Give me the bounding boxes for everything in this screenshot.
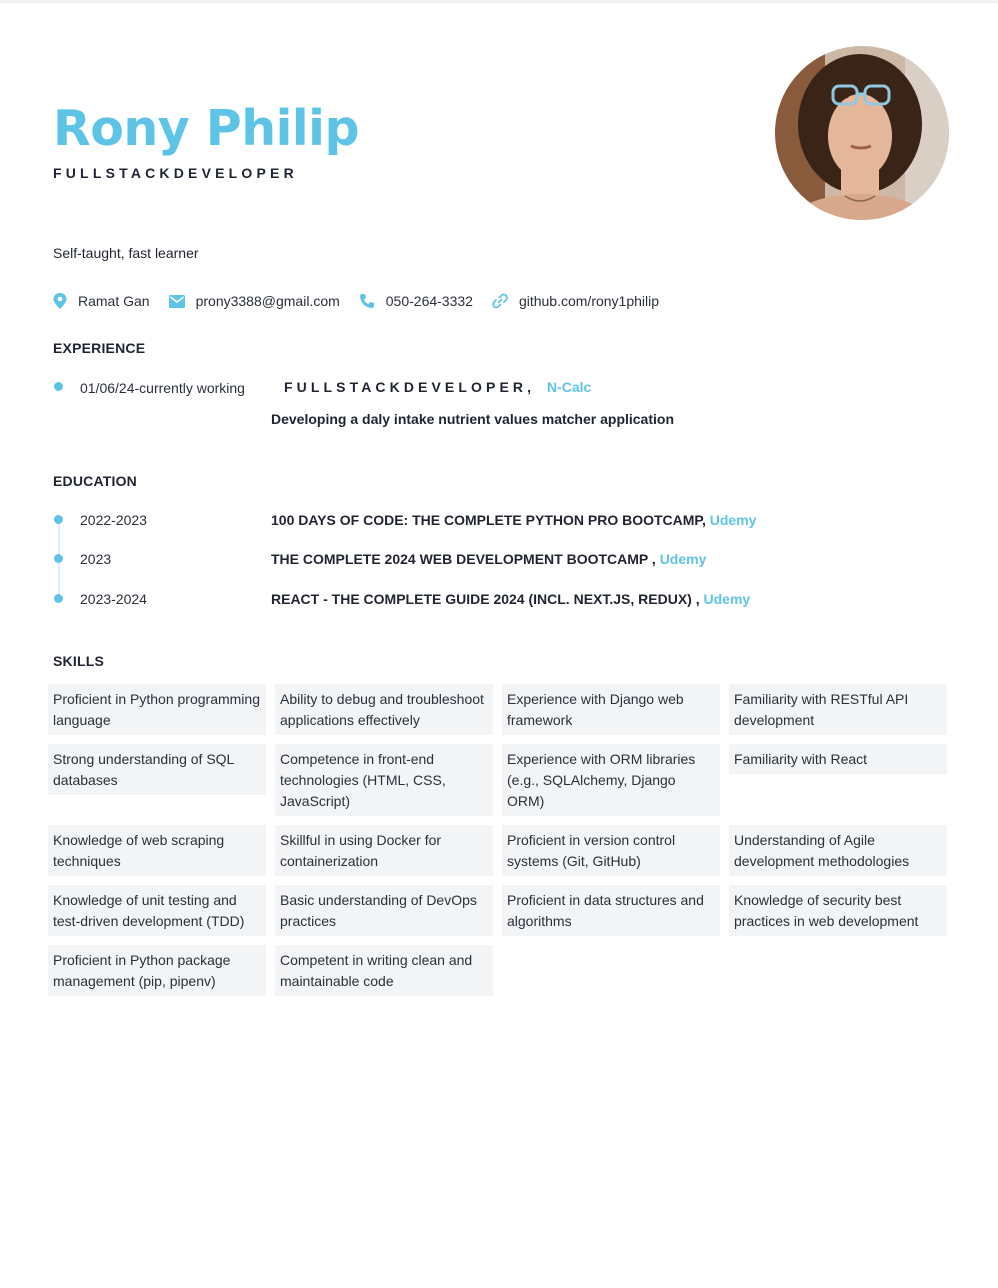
skill-tag: Experience with Django web framework bbox=[502, 684, 720, 735]
skill-tag: Experience with ORM libraries (e.g., SQL… bbox=[502, 744, 720, 816]
education-course: REACT - THE COMPLETE GUIDE 2024 (INCL. N… bbox=[271, 591, 750, 607]
skills-heading: SKILLS bbox=[53, 653, 104, 669]
skills-grid: Proficient in Python programming languag… bbox=[48, 684, 949, 996]
skill-tag: Proficient in Python programming languag… bbox=[48, 684, 266, 735]
phone-icon bbox=[359, 294, 374, 308]
skill-tag: Familiarity with React bbox=[729, 744, 947, 774]
skill-tag: Knowledge of security best practices in … bbox=[729, 885, 947, 936]
skill-tag: Knowledge of unit testing and test-drive… bbox=[48, 885, 266, 936]
skill-tag: Competent in writing clean and maintaina… bbox=[275, 945, 493, 996]
skill-tag: Ability to debug and troubleshoot applic… bbox=[275, 684, 493, 735]
profile-photo bbox=[775, 46, 949, 220]
skill-tag: Strong understanding of SQL databases bbox=[48, 744, 266, 795]
experience-heading: EXPERIENCE bbox=[53, 340, 146, 356]
education-item: 2022-2023 100 DAYS OF CODE: THE COMPLETE… bbox=[0, 512, 998, 532]
education-course-title: 100 DAYS OF CODE: THE COMPLETE PYTHON PR… bbox=[271, 512, 706, 528]
education-provider: Udemy bbox=[703, 591, 751, 607]
contact-phone[interactable]: 050-264-3332 bbox=[359, 293, 473, 309]
profile-photo-image bbox=[775, 46, 949, 220]
education-heading: EDUCATION bbox=[53, 473, 137, 489]
education-course: 100 DAYS OF CODE: THE COMPLETE PYTHON PR… bbox=[271, 512, 756, 528]
contact-email-text[interactable]: prony3388@gmail.com bbox=[196, 293, 340, 309]
skill-tag: Familiarity with RESTful API development bbox=[729, 684, 947, 735]
contact-github[interactable]: github.com/rony1philip bbox=[492, 293, 659, 309]
education-course-title: THE COMPLETE 2024 WEB DEVELOPMENT BOOTCA… bbox=[271, 551, 656, 567]
summary-text: Self-taught, fast learner bbox=[53, 245, 199, 261]
education-date: 2023 bbox=[80, 551, 112, 567]
skill-tag: Understanding of Agile development metho… bbox=[729, 825, 947, 876]
skill-tag: Proficient in data structures and algori… bbox=[502, 885, 720, 936]
skill-tag: Proficient in Python package management … bbox=[48, 945, 266, 996]
contact-github-text[interactable]: github.com/rony1philip bbox=[519, 293, 659, 309]
top-divider bbox=[0, 0, 998, 3]
experience-bullet bbox=[54, 382, 63, 391]
education-provider: Udemy bbox=[709, 512, 757, 528]
education-item: 2023 THE COMPLETE 2024 WEB DEVELOPMENT B… bbox=[0, 551, 998, 571]
experience-position: FULLSTACKDEVELOPER, bbox=[284, 379, 536, 395]
education-course-title: REACT - THE COMPLETE GUIDE 2024 (INCL. N… bbox=[271, 591, 700, 607]
skill-tag: Basic understanding of DevOps practices bbox=[275, 885, 493, 936]
location-pin-icon bbox=[53, 293, 67, 309]
experience-description: Developing a daly intake nutrient values… bbox=[271, 411, 674, 427]
candidate-name: Rony Philip bbox=[53, 100, 360, 157]
contact-phone-text[interactable]: 050-264-3332 bbox=[386, 293, 473, 309]
experience-date: 01/06/24-currently working bbox=[80, 380, 245, 396]
contact-list: Ramat Gan prony3388@gmail.com 050-264-33… bbox=[53, 293, 678, 309]
education-item: 2023-2024 REACT - THE COMPLETE GUIDE 202… bbox=[0, 591, 998, 611]
skill-tag: Skillful in using Docker for containeriz… bbox=[275, 825, 493, 876]
link-icon bbox=[492, 293, 508, 309]
skill-tag: Proficient in version control systems (G… bbox=[502, 825, 720, 876]
education-date: 2023-2024 bbox=[80, 591, 147, 607]
contact-location-text: Ramat Gan bbox=[78, 293, 150, 309]
contact-email[interactable]: prony3388@gmail.com bbox=[168, 293, 340, 309]
skill-tag: Competence in front-end technologies (HT… bbox=[275, 744, 493, 816]
envelope-icon bbox=[168, 294, 185, 308]
candidate-role: FULLSTACKDEVELOPER bbox=[53, 165, 298, 181]
experience-company: N-Calc bbox=[547, 379, 592, 395]
education-provider: Udemy bbox=[659, 551, 707, 567]
contact-location: Ramat Gan bbox=[53, 293, 150, 309]
skill-tag: Knowledge of web scraping techniques bbox=[48, 825, 266, 876]
education-date: 2022-2023 bbox=[80, 512, 147, 528]
education-course: THE COMPLETE 2024 WEB DEVELOPMENT BOOTCA… bbox=[271, 551, 706, 567]
